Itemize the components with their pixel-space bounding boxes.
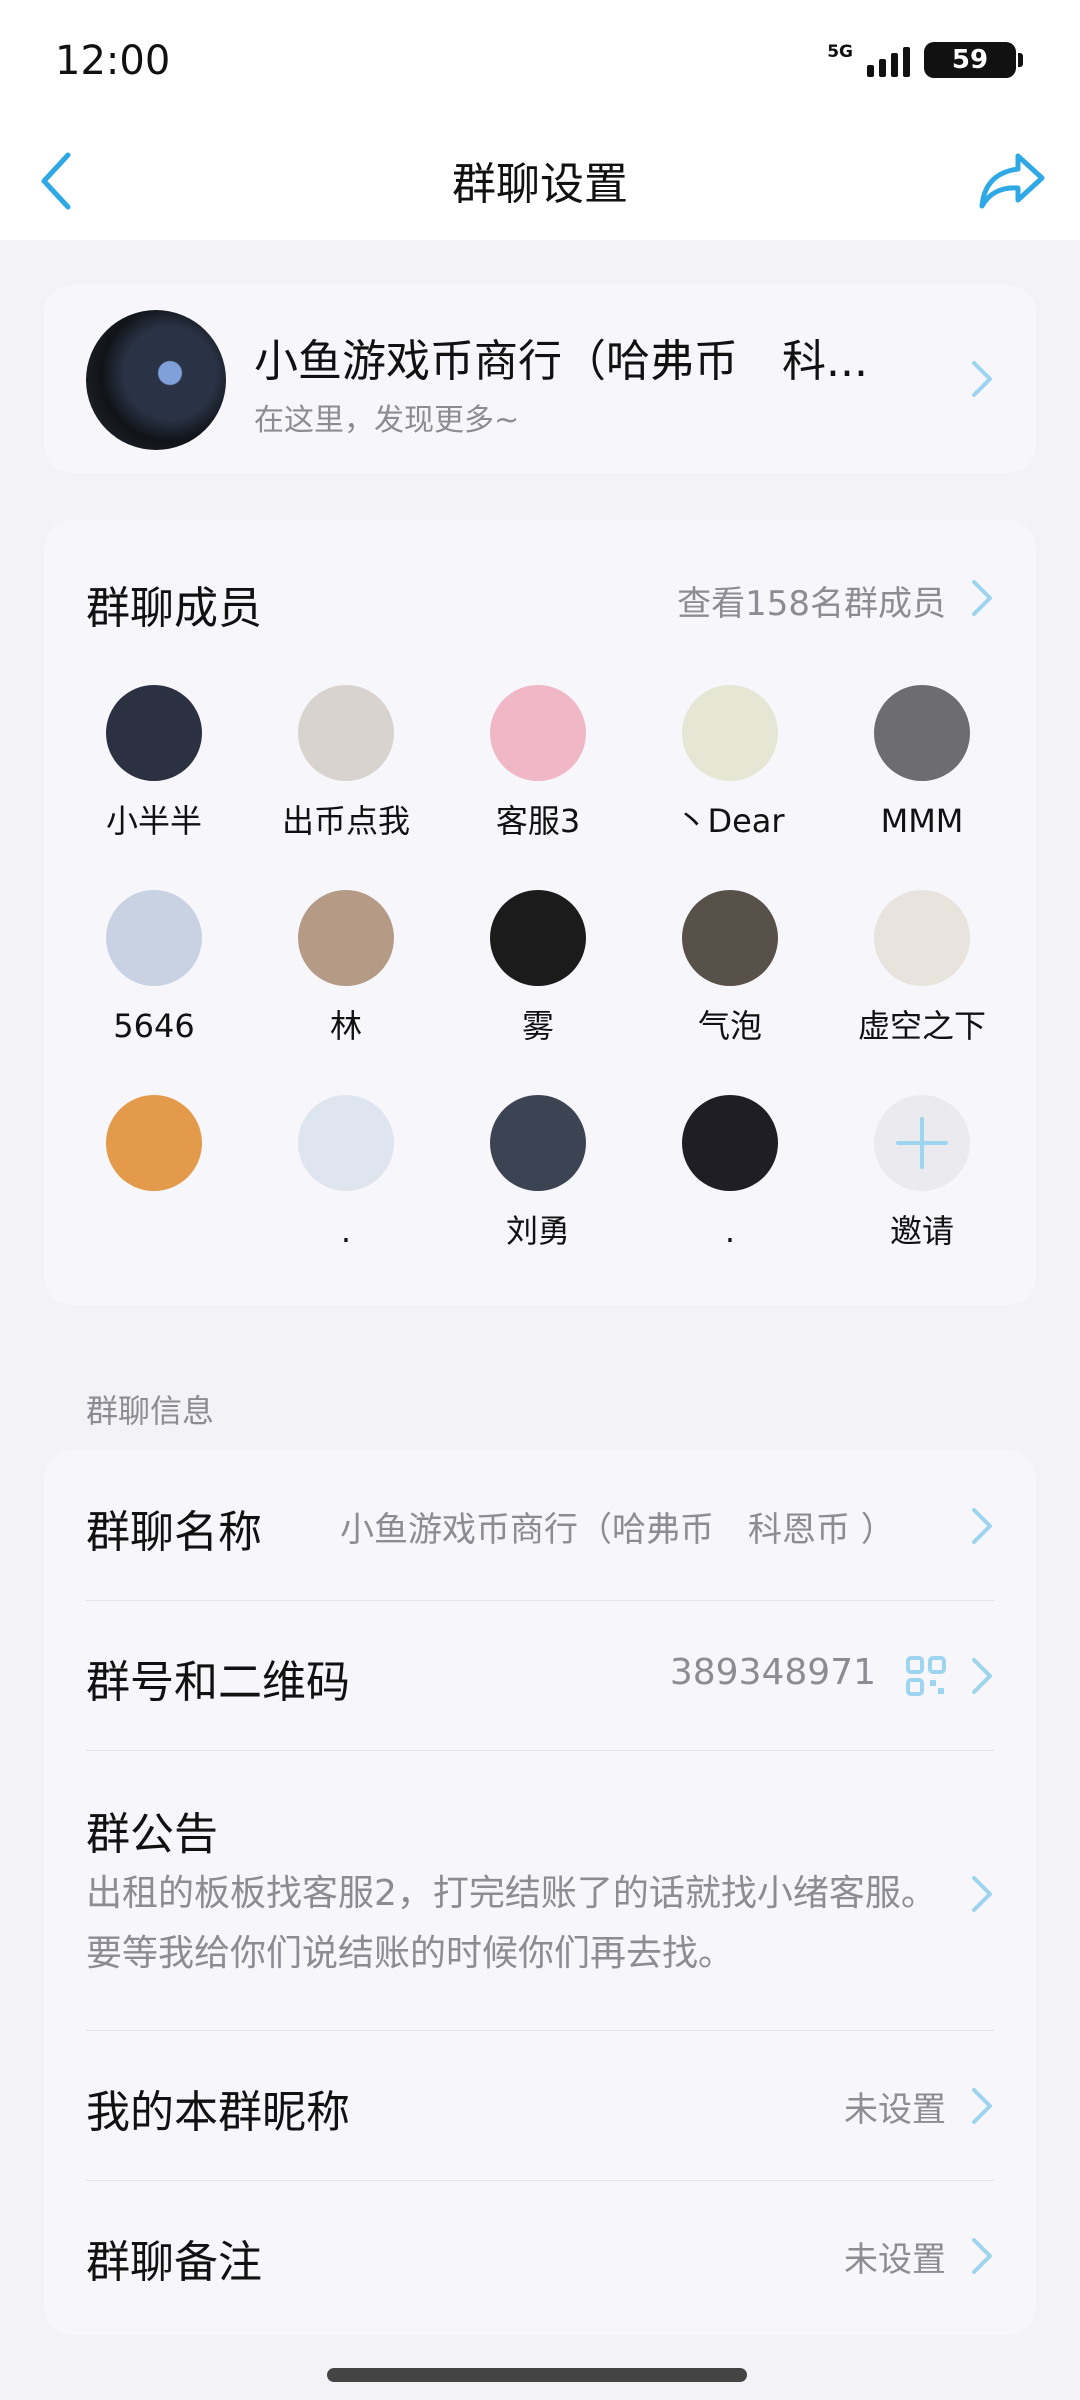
home-indicator[interactable] xyxy=(327,2368,747,2382)
member-item[interactable]: 小半半 xyxy=(59,685,249,841)
chevron-right-icon xyxy=(968,2086,996,2126)
group-info-card: 群聊名称 小鱼游戏币商行（哈弗币 科恩币 ） 群号和二维码 389348971 … xyxy=(44,1450,1036,2335)
member-name: . xyxy=(340,1212,352,1250)
status-bar: 12:00 5G 59 xyxy=(0,0,1080,120)
member-avatar xyxy=(490,685,586,781)
group-profile-card[interactable]: 小鱼游戏币商行（哈弗币 科... 在这里，发现更多~ xyxy=(44,285,1036,473)
member-name: 丶Dear xyxy=(675,802,785,840)
row-group-remark[interactable]: 群聊备注 未设置 xyxy=(44,2180,1036,2330)
share-button[interactable] xyxy=(974,142,1050,218)
group-name-value: 小鱼游戏币商行（哈弗币 科恩币 ） xyxy=(340,1510,895,1550)
member-item[interactable]: 虚空之下 xyxy=(827,890,1017,1046)
member-name: 刘勇 xyxy=(505,1212,570,1250)
member-avatar xyxy=(298,1095,394,1191)
group-avatar xyxy=(86,310,226,450)
member-name: 虚空之下 xyxy=(857,1007,986,1045)
section-label-group-info: 群聊信息 xyxy=(86,1392,215,1430)
member-item[interactable] xyxy=(59,1095,249,1251)
nav-bar: 群聊设置 xyxy=(0,120,1080,240)
member-avatar xyxy=(106,685,202,781)
group-id-label: 群号和二维码 xyxy=(86,1657,350,1708)
member-name: 小半半 xyxy=(105,802,202,840)
group-notice-text: 出租的板板找客服2，打完结账了的话就找小绪客服。要等我给你们说结账的时候你们再去… xyxy=(86,1873,937,1974)
member-name: 5646 xyxy=(113,1007,195,1045)
chevron-right-icon xyxy=(968,1874,996,1914)
group-notice-label: 群公告 xyxy=(86,1809,218,1860)
status-time: 12:00 xyxy=(55,38,171,84)
member-avatar xyxy=(106,1095,202,1191)
member-avatar xyxy=(682,890,778,986)
member-avatar xyxy=(682,685,778,781)
page-title: 群聊设置 xyxy=(452,159,628,210)
member-avatar xyxy=(874,890,970,986)
view-all-members-link[interactable]: 查看158名群成员 xyxy=(677,576,946,625)
share-arrow-icon xyxy=(979,153,1045,209)
member-item[interactable]: MMM xyxy=(827,685,1017,841)
member-item[interactable]: 林 xyxy=(251,890,441,1046)
status-icons: 5G 59 xyxy=(827,42,1023,78)
chevron-right-icon xyxy=(968,1506,996,1546)
signal-icon xyxy=(867,43,910,77)
group-name: 小鱼游戏币商行（哈弗币 科... xyxy=(254,336,868,387)
member-item[interactable]: . xyxy=(635,1095,825,1251)
member-name: 雾 xyxy=(521,1007,554,1045)
member-avatar xyxy=(874,685,970,781)
my-nickname-value: 未设置 xyxy=(844,2090,946,2130)
member-avatar xyxy=(490,890,586,986)
member-avatar xyxy=(298,685,394,781)
group-remark-value: 未设置 xyxy=(844,2240,946,2280)
group-id-value: 389348971 xyxy=(669,1652,876,1693)
member-name: MMM xyxy=(880,802,964,840)
member-name: . xyxy=(724,1212,736,1250)
row-group-notice[interactable]: 群公告 出租的板板找客服2，打完结账了的话就找小绪客服。要等我给你们说结账的时候… xyxy=(44,1750,1036,2030)
member-item[interactable]: 刘勇 xyxy=(443,1095,633,1251)
member-item[interactable]: 丶Dear xyxy=(635,685,825,841)
member-item[interactable]: 5646 xyxy=(59,890,249,1046)
qr-code-icon xyxy=(906,1656,946,1696)
member-item[interactable]: 客服3 xyxy=(443,685,633,841)
network-type: 5G xyxy=(827,42,853,62)
member-avatar xyxy=(490,1095,586,1191)
chevron-right-icon xyxy=(968,359,996,399)
member-item[interactable]: 气泡 xyxy=(635,890,825,1046)
row-group-id-qr[interactable]: 群号和二维码 389348971 xyxy=(44,1600,1036,1750)
member-avatar xyxy=(106,890,202,986)
invite-button[interactable]: 邀请 xyxy=(827,1095,1017,1251)
my-nickname-label: 我的本群昵称 xyxy=(86,2087,350,2138)
member-name: 客服3 xyxy=(495,802,581,840)
invite-label: 邀请 xyxy=(889,1212,954,1250)
member-item[interactable]: . xyxy=(251,1095,441,1251)
group-subtitle: 在这里，发现更多~ xyxy=(254,403,520,438)
chevron-right-icon xyxy=(968,578,996,618)
members-card: 群聊成员 查看158名群成员 邀请 小半半 出币点我 客服3 丶Dear MMM 5646… xyxy=(44,520,1036,1305)
member-name: 林 xyxy=(329,1007,362,1045)
plus-icon xyxy=(874,1095,970,1191)
member-name xyxy=(59,1211,249,1251)
chevron-right-icon xyxy=(968,1656,996,1696)
row-group-name[interactable]: 群聊名称 小鱼游戏币商行（哈弗币 科恩币 ） xyxy=(44,1450,1036,1600)
row-my-nickname[interactable]: 我的本群昵称 未设置 xyxy=(44,2030,1036,2180)
member-name: 气泡 xyxy=(697,1007,762,1045)
member-avatar xyxy=(682,1095,778,1191)
member-item[interactable]: 雾 xyxy=(443,890,633,1046)
member-avatar xyxy=(298,890,394,986)
group-remark-label: 群聊备注 xyxy=(86,2237,262,2288)
member-item[interactable]: 出币点我 xyxy=(251,685,441,841)
member-name: 出币点我 xyxy=(281,802,410,840)
chevron-right-icon xyxy=(968,2236,996,2276)
group-name-label: 群聊名称 xyxy=(86,1507,262,1558)
battery-icon: 59 xyxy=(924,42,1023,78)
members-title: 群聊成员 xyxy=(86,583,262,634)
